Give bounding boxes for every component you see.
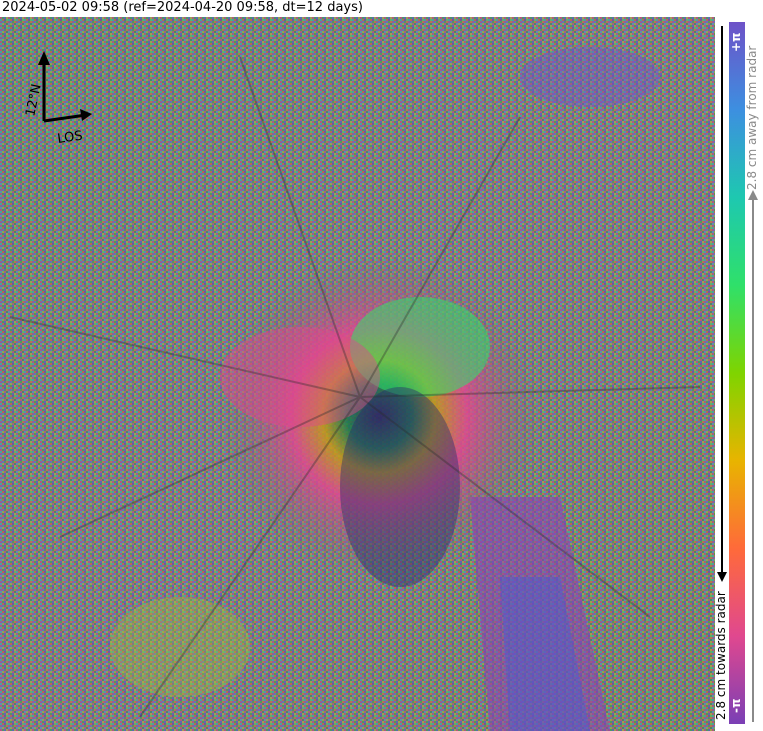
interferogram-viewer: 2024-05-02 09:58 (ref=2024-04-20 09:58, …: [0, 0, 763, 731]
away-from-radar-label: 2.8 cm away from radar: [745, 45, 759, 190]
page-title: 2024-05-02 09:58 (ref=2024-04-20 09:58, …: [2, 0, 363, 15]
towards-radar-label: 2.8 cm towards radar: [714, 591, 728, 720]
interferogram-image: 12°N LOS: [0, 17, 715, 731]
colorbar-top-label: +π: [729, 32, 743, 52]
phase-colorbar: [729, 22, 745, 724]
interferogram-map[interactable]: 12°N LOS: [0, 17, 715, 731]
colorbar-bottom-label: -π: [729, 698, 743, 714]
